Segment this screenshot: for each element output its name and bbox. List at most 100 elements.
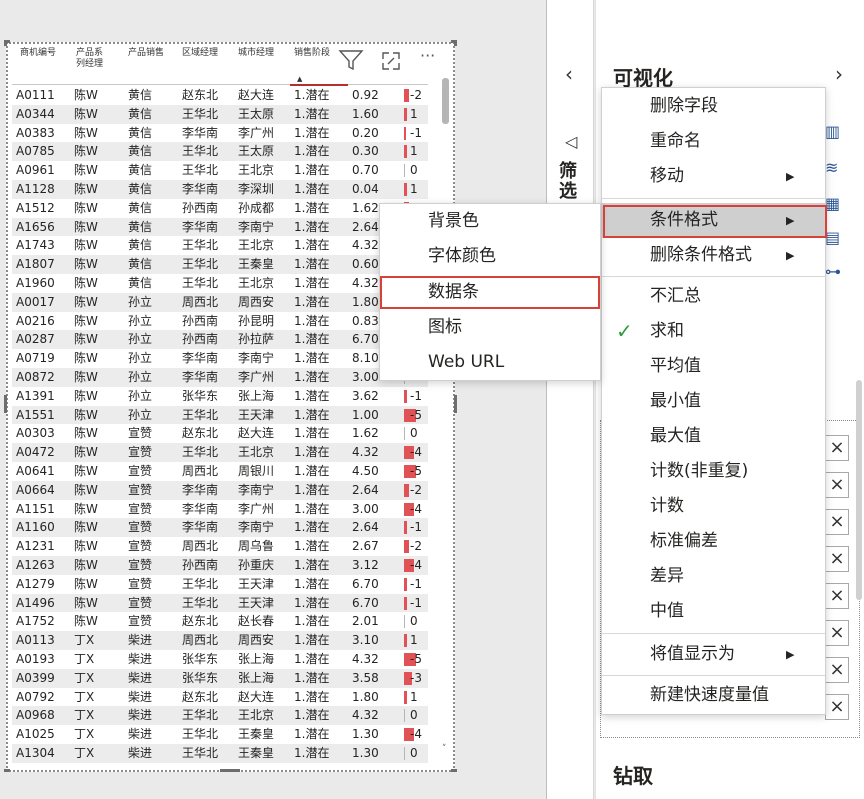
remove-field-close-icon[interactable]: ×: [825, 583, 849, 609]
table-row[interactable]: A0472 陈W 宣赞 王华北 王北京 1.潜在 4.32 -4: [12, 443, 428, 462]
table-row[interactable]: A0344 陈W 黄信 王华北 王太原 1.潜在 1.60 1: [12, 104, 428, 124]
table-visual-icon[interactable]: ▦: [825, 194, 840, 213]
table-row[interactable]: A0961 陈W 黄信 王华北 王北京 1.潜在 0.70 0: [12, 161, 428, 180]
menu-item-minimum[interactable]: 最小值: [602, 384, 825, 419]
resize-handle[interactable]: [454, 40, 457, 46]
table-row[interactable]: A0383 陈W 黄信 李华南 李广州 1.潜在 0.20 -1: [12, 124, 428, 143]
viz-pane-scrollbar[interactable]: [856, 380, 862, 600]
table-row[interactable]: A0216 陈W 孙立 孙西南 孙昆明 1.潜在 0.83: [12, 312, 428, 331]
table-row[interactable]: A0872 陈W 孙立 李华南 李广州 1.潜在 3.00: [12, 368, 428, 387]
menu-item-sum[interactable]: ✓ 求和: [602, 314, 825, 349]
slicer-icon[interactable]: ⊶: [825, 262, 841, 281]
table-cell: 张上海: [238, 652, 275, 666]
resize-handle[interactable]: [4, 395, 7, 413]
submenu-item-icons[interactable]: 图标: [380, 310, 600, 345]
submenu-item-background-color[interactable]: 背景色: [380, 204, 600, 239]
menu-item-remove-conditional-formatting[interactable]: 删除条件格式 ▶: [602, 238, 825, 273]
submenu-item-web-url[interactable]: Web URL: [380, 345, 600, 380]
column-header-sales-stage[interactable]: 销售阶段: [294, 48, 330, 59]
scroll-down-icon[interactable]: ˅: [442, 744, 447, 754]
menu-item-count-distinct[interactable]: 计数(非重复): [602, 454, 825, 489]
table-row[interactable]: A0111 陈W 黄信 赵东北 赵大连 1.潜在 0.92 -2: [12, 86, 428, 105]
table-row[interactable]: A1263 陈W 宣赞 孙西南 孙重庆 1.潜在 3.12 -4: [12, 556, 428, 575]
table-scrollbar-thumb[interactable]: [442, 78, 449, 124]
remove-field-close-icon[interactable]: ×: [825, 694, 849, 720]
chevron-left-icon[interactable]: ‹: [565, 62, 573, 86]
table-visual[interactable]: 商机编号 产品系 列经理 产品销售 区域经理 城市经理 销售阶段 ▲ ··· A0…: [6, 42, 455, 772]
menu-item-median[interactable]: 中值: [602, 594, 825, 629]
matrix-visual-icon[interactable]: ▤: [825, 228, 840, 247]
column-header-product-manager[interactable]: 产品系 列经理: [76, 48, 103, 70]
table-row[interactable]: A1025 丁X 柴进 王华北 王秦皇 1.潜在 1.30 -4: [12, 725, 428, 744]
resize-handle[interactable]: [451, 769, 457, 772]
table-cell: A0216: [16, 313, 55, 328]
remove-field-close-icon[interactable]: ×: [825, 546, 849, 572]
table-row[interactable]: A0399 丁X 柴进 张华东 张上海 1.潜在 3.58 -3: [12, 668, 428, 688]
table-row[interactable]: A0193 丁X 柴进 张华东 张上海 1.潜在 4.32 -5: [12, 650, 428, 669]
table-row[interactable]: A0113 丁X 柴进 周西北 周西安 1.潜在 3.10 1: [12, 631, 428, 650]
menu-item-average[interactable]: 平均值: [602, 349, 825, 384]
table-row[interactable]: A0287 陈W 孙立 孙西南 孙拉萨 1.潜在 6.70: [12, 330, 428, 350]
data-bar: [404, 107, 407, 121]
menu-item-dont-summarize[interactable]: 不汇总: [602, 279, 825, 314]
column-header-region-manager[interactable]: 区域经理: [182, 48, 218, 59]
remove-field-close-icon[interactable]: ×: [825, 620, 849, 646]
table-row[interactable]: A0664 陈W 宣赞 李华南 李南宁 1.潜在 2.64 -2: [12, 480, 428, 500]
focus-mode-icon[interactable]: [380, 50, 402, 72]
table-row[interactable]: A1551 陈W 孙立 王华北 王天津 1.潜在 1.00 -5: [12, 405, 428, 425]
table-row[interactable]: A0719 陈W 孙立 李华南 李南宁 1.潜在 8.10: [12, 349, 428, 368]
menu-item-variance[interactable]: 差异: [602, 559, 825, 594]
table-row[interactable]: A1128 陈W 黄信 李华南 李深圳 1.潜在 0.04 1: [12, 180, 428, 199]
table-cell: 宣赞: [128, 558, 153, 572]
table-cell: A1512: [16, 200, 55, 215]
table-row[interactable]: A1743 陈W 黄信 王华北 王北京 1.潜在 4.32: [12, 236, 428, 255]
resize-handle[interactable]: [4, 40, 7, 46]
column-header-opportunity-id[interactable]: 商机编号: [20, 48, 56, 59]
chevron-right-icon[interactable]: ›: [835, 62, 843, 86]
table-row[interactable]: A1656 陈W 黄信 李华南 李南宁 1.潜在 2.64: [12, 217, 428, 237]
more-options-icon[interactable]: ···: [420, 46, 435, 65]
table-row[interactable]: A0792 丁X 柴进 赵东北 赵大连 1.潜在 1.80 1: [12, 688, 428, 707]
filter-icon[interactable]: [338, 48, 364, 72]
resize-handle[interactable]: [220, 769, 240, 772]
table-row[interactable]: A1512 陈W 黄信 孙西南 孙成都 1.潜在 1.62: [12, 199, 428, 218]
remove-field-close-icon[interactable]: ×: [825, 435, 849, 461]
table-row[interactable]: A0968 丁X 柴进 王华北 王北京 1.潜在 4.32 0: [12, 706, 428, 726]
filters-pane-collapsed[interactable]: ‹ ◁ 筛选: [546, 0, 594, 799]
table-row[interactable]: A1279 陈W 宣赞 王华北 王天津 1.潜在 6.70 -1: [12, 575, 428, 594]
table-row[interactable]: A0017 陈W 孙立 周西北 周西安 1.潜在 1.80: [12, 292, 428, 312]
menu-item-new-quick-measure[interactable]: 新建快速度量值: [602, 678, 825, 713]
table-row[interactable]: A1752 陈W 宣赞 赵东北 赵长春 1.潜在 2.01 0: [12, 612, 428, 631]
remove-field-close-icon[interactable]: ×: [825, 472, 849, 498]
menu-item-rename[interactable]: 重命名: [602, 124, 825, 159]
table-row[interactable]: A1496 陈W 宣赞 王华北 王天津 1.潜在 6.70 -1: [12, 593, 428, 613]
submenu-item-font-color[interactable]: 字体颜色: [380, 239, 600, 274]
column-header-city-manager[interactable]: 城市经理: [238, 48, 274, 59]
table-row[interactable]: A1807 陈W 黄信 王华北 王秦皇 1.潜在 0.60: [12, 255, 428, 274]
data-bar-baseline: [404, 164, 405, 178]
table-row[interactable]: A1960 陈W 黄信 王华北 王北京 1.潜在 4.32: [12, 274, 428, 293]
report-canvas[interactable]: 商机编号 产品系 列经理 产品销售 区域经理 城市经理 销售阶段 ▲ ··· A0…: [0, 0, 546, 799]
menu-item-show-value-as[interactable]: 将值显示为 ▶: [602, 637, 825, 672]
menu-item-move[interactable]: 移动 ▶: [602, 159, 825, 194]
collapse-triangle-icon[interactable]: ◁: [565, 132, 577, 151]
menu-item-std-deviation[interactable]: 标准偏差: [602, 524, 825, 559]
table-row[interactable]: A1151 陈W 宣赞 李华南 李广州 1.潜在 3.00 -4: [12, 500, 428, 519]
resize-handle[interactable]: [4, 769, 10, 772]
menu-item-remove-field[interactable]: 删除字段: [602, 89, 825, 124]
remove-field-close-icon[interactable]: ×: [825, 657, 849, 683]
line-chart-icon[interactable]: ≋: [825, 158, 838, 177]
menu-item-count[interactable]: 计数: [602, 489, 825, 524]
table-row[interactable]: A1231 陈W 宣赞 周西北 周乌鲁 1.潜在 2.67 -2: [12, 537, 428, 556]
table-row[interactable]: A0303 陈W 宣赞 赵东北 赵大连 1.潜在 1.62 0: [12, 424, 428, 443]
table-row[interactable]: A0641 陈W 宣赞 周西北 周银川 1.潜在 4.50 -5: [12, 462, 428, 481]
table-row[interactable]: A1391 陈W 孙立 张华东 张上海 1.潜在 3.62 -1: [12, 387, 428, 406]
table-row[interactable]: A1304 丁X 柴进 王华北 王秦皇 1.潜在 1.30 0: [12, 744, 428, 763]
column-chart-icon[interactable]: ▥: [825, 122, 840, 141]
column-header-product-sales[interactable]: 产品销售: [128, 48, 164, 59]
resize-handle[interactable]: [454, 395, 457, 413]
table-row[interactable]: A0785 陈W 黄信 王华北 王太原 1.潜在 0.30 1: [12, 142, 428, 162]
remove-field-close-icon[interactable]: ×: [825, 509, 849, 535]
table-row[interactable]: A1160 陈W 宣赞 李华南 李南宁 1.潜在 2.64 -1: [12, 518, 428, 538]
menu-item-maximum[interactable]: 最大值: [602, 419, 825, 454]
